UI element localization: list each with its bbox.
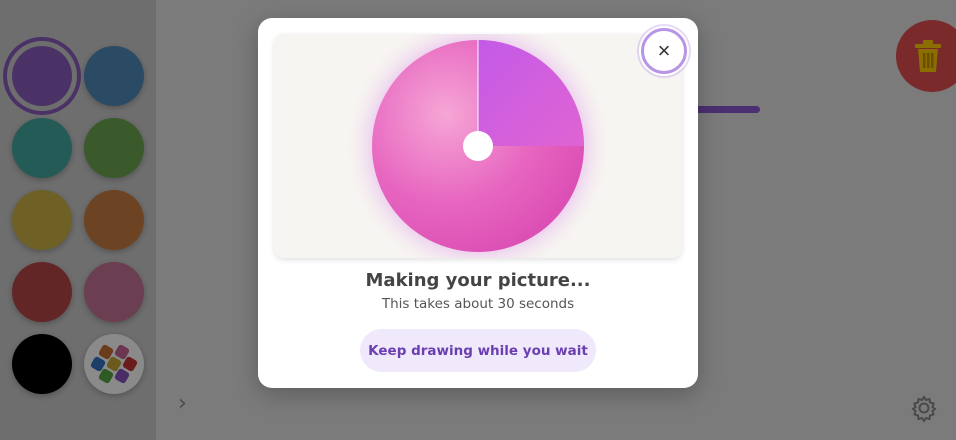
swatch-pink[interactable]	[84, 262, 144, 322]
progress-pie	[343, 34, 613, 258]
dialog-title: Making your picture...	[365, 270, 591, 291]
swatch-multicolor[interactable]	[84, 334, 144, 394]
swatch-teal[interactable]	[12, 118, 72, 178]
close-icon: ×	[657, 38, 671, 63]
pie-center-dot	[463, 131, 493, 161]
swatch-green[interactable]	[84, 118, 144, 178]
keep-drawing-button[interactable]: Keep drawing while you wait	[360, 329, 596, 372]
picture-preview	[274, 34, 682, 258]
swatch-purple[interactable]	[12, 46, 72, 106]
swatch-blue[interactable]	[84, 46, 144, 106]
dialog-subtitle: This takes about 30 seconds	[381, 296, 575, 312]
swatch-orange[interactable]	[84, 190, 144, 250]
gear-icon[interactable]	[910, 394, 938, 422]
progress-dialog: × Making your picture... This takes abou…	[258, 18, 698, 388]
swatch-red[interactable]	[12, 262, 72, 322]
swatch-black[interactable]	[12, 334, 72, 394]
trash-icon	[915, 40, 941, 72]
swatch-yellow[interactable]	[12, 190, 72, 250]
color-palette	[0, 0, 156, 440]
close-button[interactable]: ×	[641, 28, 687, 74]
chevron-right-icon[interactable]: ›	[178, 392, 198, 416]
